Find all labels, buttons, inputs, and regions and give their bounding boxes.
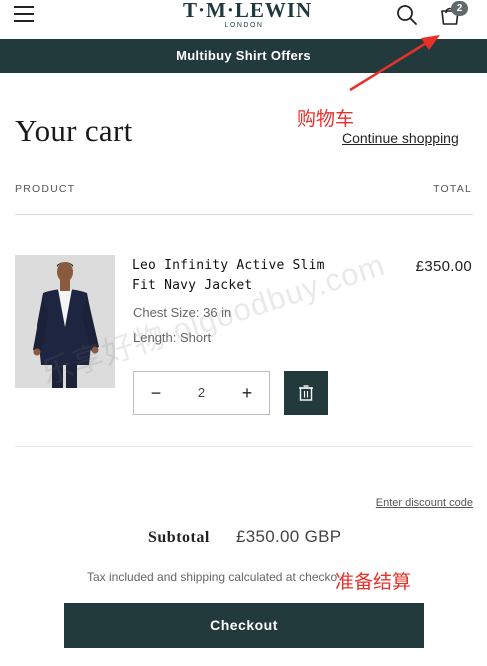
tax-shipping-note: Tax included and shipping calculated at … bbox=[87, 570, 337, 584]
product-image[interactable] bbox=[15, 255, 115, 388]
checkout-button[interactable]: Checkout bbox=[64, 603, 424, 648]
header-divider bbox=[15, 214, 473, 215]
search-icon[interactable] bbox=[396, 4, 418, 26]
subtotal-value: £350.00 GBP bbox=[236, 527, 342, 546]
annotation-cart-label: 购物车 bbox=[297, 109, 355, 130]
continue-shopping-link[interactable]: Continue shopping bbox=[342, 130, 459, 146]
product-attribute-length: Length: Short bbox=[133, 330, 212, 345]
product-name-line-2: Fit Navy Jacket bbox=[132, 278, 253, 293]
page-title: Your cart bbox=[15, 113, 133, 148]
logo-subtitle: LONDON bbox=[224, 22, 264, 29]
quantity-stepper: − 2 + bbox=[133, 371, 270, 415]
annotation-checkout-label: 准备结算 bbox=[335, 572, 412, 593]
column-header-product: PRODUCT bbox=[15, 183, 76, 195]
cart-count-badge: 2 bbox=[451, 1, 468, 16]
logo-wordmark: T·M·LEWIN bbox=[183, 0, 313, 22]
menu-icon[interactable] bbox=[14, 4, 36, 24]
line-item-price: £350.00 bbox=[415, 258, 472, 275]
discount-code-link[interactable]: Enter discount code bbox=[376, 497, 473, 509]
increase-quantity-button[interactable]: + bbox=[225, 372, 269, 414]
site-header: T·M·LEWIN LONDON 2 bbox=[0, 0, 487, 39]
product-name-line-1: Leo Infinity Active Slim bbox=[132, 258, 325, 273]
product-attribute-chest: Chest Size: 36 in bbox=[133, 305, 232, 320]
announcement-bar[interactable]: Multibuy Shirt Offers bbox=[0, 39, 487, 73]
column-header-total: TOTAL bbox=[433, 183, 472, 195]
trash-icon bbox=[299, 385, 313, 401]
remove-item-button[interactable] bbox=[284, 371, 328, 415]
item-divider bbox=[15, 446, 473, 447]
decrease-quantity-button[interactable]: − bbox=[134, 372, 178, 414]
brand-logo[interactable]: T·M·LEWIN LONDON bbox=[183, 0, 313, 30]
subtotal-label: Subtotal bbox=[148, 529, 210, 546]
quantity-input[interactable]: 2 bbox=[178, 372, 225, 414]
product-name[interactable]: Leo Infinity Active Slim Fit Navy Jacket bbox=[132, 256, 362, 296]
